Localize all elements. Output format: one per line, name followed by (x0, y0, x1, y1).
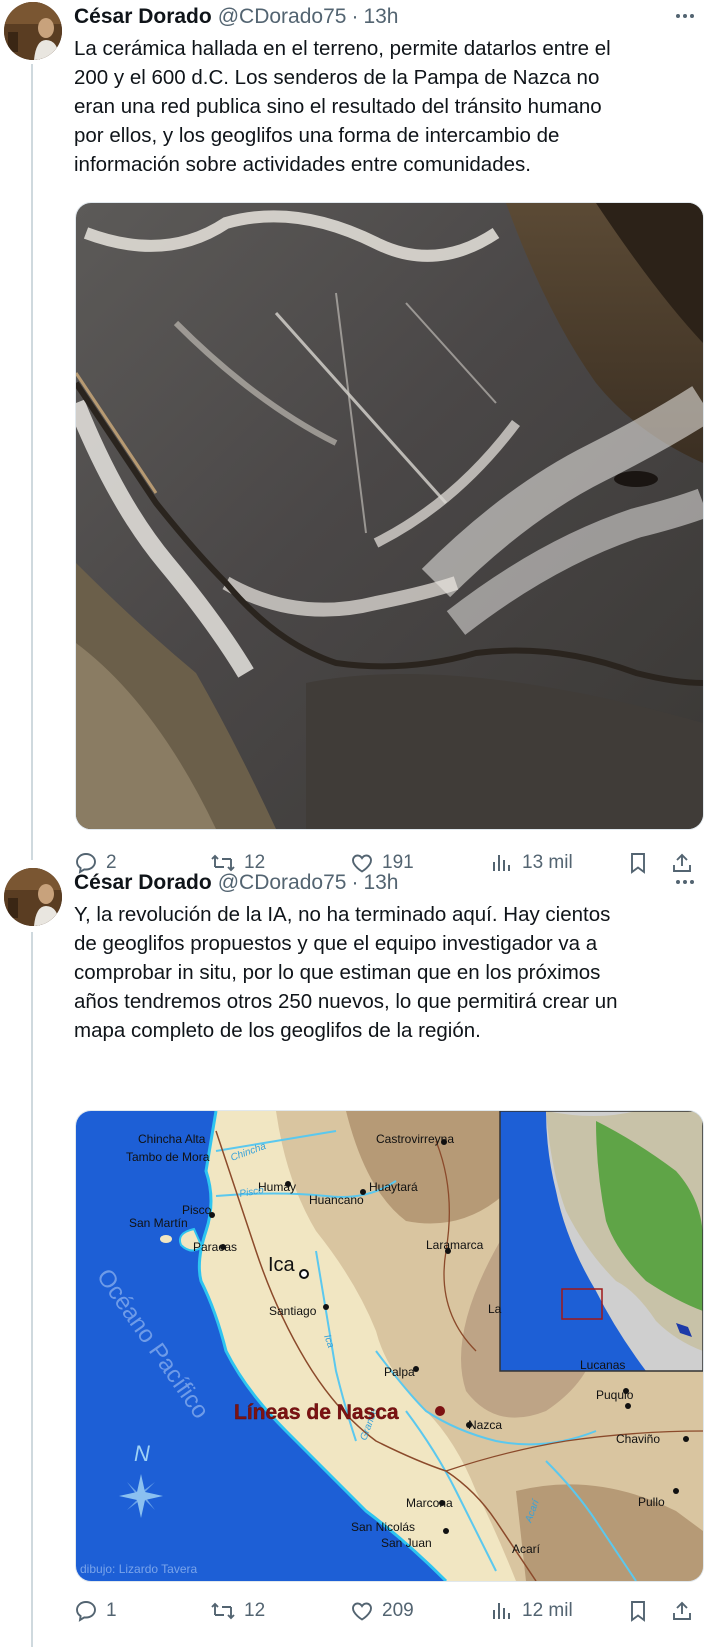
retweet-icon (211, 1602, 235, 1620)
timeline: César Dorado @CDorado75 · 13h La cerámic… (0, 0, 708, 1647)
views-button[interactable]: 12 mil (490, 1596, 573, 1626)
map-label-san-juan: San Juan (381, 1536, 432, 1550)
map-label-la: La (488, 1302, 502, 1316)
share-button[interactable] (670, 1596, 702, 1626)
map-label-santiago: Santiago (269, 1304, 317, 1318)
tweet-text-line: años tendremos otros 250 nuevos, lo que … (74, 990, 618, 1013)
map-label-nazca: Nazca (468, 1418, 502, 1432)
tweet[interactable]: César Dorado @CDorado75 · 13h La cerámic… (0, 0, 708, 874)
avatar[interactable] (4, 2, 62, 60)
author-name[interactable]: César Dorado (74, 5, 212, 29)
tweet-text-line: La cerámica hallada en el terreno, permi… (74, 37, 611, 60)
map-label-lucanas: Lucanas (580, 1358, 625, 1372)
avatar[interactable] (4, 868, 62, 926)
bookmark-button[interactable] (626, 1596, 658, 1626)
reply-icon (76, 1601, 96, 1622)
map-label-laramarca: Laramarca (426, 1238, 484, 1252)
retweet-button[interactable]: 12 (210, 1596, 265, 1626)
map-label-huaytara: Huaytará (369, 1180, 418, 1194)
tweet-text-line: de geoglifos propuestos y que el equipo … (74, 932, 598, 955)
like-count: 209 (382, 1600, 414, 1621)
tweet-text-line: por ellos, y los geoglifos una forma de … (74, 124, 560, 147)
timestamp[interactable]: 13h (363, 5, 398, 29)
tweet-text-line: Y, la revolución de la IA, no ha termina… (74, 903, 611, 926)
more-options-icon[interactable] (672, 872, 698, 892)
map-label-huancano: Huancano (309, 1193, 364, 1207)
map-label-puquio: Puquio (596, 1388, 634, 1402)
map-credit: dibujo: Lizardo Tavera (80, 1562, 198, 1576)
tweet-text-line: información sobre actividades entre comu… (74, 153, 531, 176)
tweet-text-line: eran una red publica sino el resultado d… (74, 95, 602, 118)
map-label-ica: Ica (268, 1254, 296, 1276)
map-label-chincha: Chincha Alta (138, 1132, 206, 1146)
tweet-text: Y, la revolución de la IA, no ha termina… (74, 900, 694, 1045)
map-label-paracas: Paracas (193, 1240, 237, 1254)
map-label-castrovirreyna: Castrovirreyna (376, 1132, 454, 1146)
separator: · (351, 871, 359, 894)
tweet-header: César Dorado @CDorado75 · 13h (74, 869, 692, 897)
tweet-header: César Dorado @CDorado75 · 13h (74, 3, 692, 31)
retweet-count: 12 (244, 1600, 266, 1621)
map-label-chavino: Chaviño (616, 1432, 660, 1446)
author-handle[interactable]: @CDorado75 (218, 5, 347, 29)
tweet-text-line: comprobar in situ, por lo que estiman qu… (74, 961, 601, 984)
views-icon (493, 1603, 510, 1619)
map-label-marcona: Marcona (406, 1496, 453, 1510)
map-label-palpa: Palpa (384, 1365, 415, 1379)
timestamp[interactable]: 13h (363, 871, 398, 895)
share-icon (673, 1601, 691, 1620)
reply-count: 1 (106, 1600, 117, 1621)
heart-icon (352, 1602, 372, 1621)
map-label-tambo: Tambo de Mora (126, 1150, 210, 1164)
view-count: 12 mil (522, 1600, 573, 1621)
satellite-image[interactable] (75, 202, 704, 830)
tweet-actions: 1 12 209 12 mil (74, 1596, 698, 1626)
bookmark-icon (631, 1601, 645, 1622)
reply-button[interactable]: 1 (74, 1596, 117, 1626)
map-label-san-nicolas: San Nicolás (351, 1520, 415, 1534)
like-button[interactable]: 209 (350, 1596, 414, 1626)
author-name[interactable]: César Dorado (74, 871, 212, 895)
more-options-icon[interactable] (672, 6, 698, 26)
tweet[interactable]: César Dorado @CDorado75 · 13h Y, la revo… (0, 866, 708, 1647)
map-label-pisco: Pisco (182, 1203, 212, 1217)
map-image[interactable]: N Océano Pacífico Chincha Alta Tambo de … (75, 1110, 704, 1582)
compass-label: N (134, 1441, 150, 1466)
map-label-pullo: Pullo (638, 1495, 665, 1509)
tweet-text-line: 200 y el 600 d.C. Los senderos de la Pam… (74, 66, 600, 89)
tweet-text-line: mapa completo de los geoglifos de la reg… (74, 1019, 481, 1042)
separator: · (351, 5, 359, 28)
tweet-text: La cerámica hallada en el terreno, permi… (74, 34, 694, 179)
author-handle[interactable]: @CDorado75 (218, 871, 347, 895)
map-label-acari: Acarí (512, 1542, 541, 1556)
map-label-lineas-de-nasca: Líneas de Nasca (234, 1401, 399, 1424)
map-label-san-martin: San Martín (129, 1216, 188, 1230)
